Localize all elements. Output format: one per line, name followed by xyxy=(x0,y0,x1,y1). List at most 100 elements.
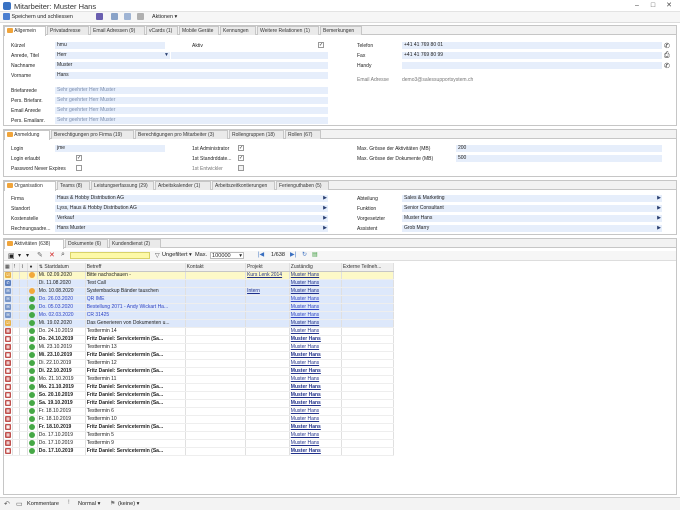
aktiv-checkbox[interactable]: ✓ xyxy=(318,42,324,48)
email-adresse-value[interactable]: demo3@salessupportsystem.ch xyxy=(402,77,473,83)
new-activity-icon[interactable]: ▣ xyxy=(8,252,15,260)
table-row[interactable]: ✉ Do. 26.03.2020 QR IME Muster Hans xyxy=(4,295,395,304)
pers-emailanrede-field[interactable]: Sehr geehrter Herr Muster xyxy=(55,117,328,124)
table-row[interactable]: ▦ So. 20.10.2019 Fritz Daniel: Serviceterm… xyxy=(4,391,395,400)
column-externe-teilnehmer[interactable]: Externe Teilneh... xyxy=(341,263,395,272)
priority-select[interactable]: Normal ▾ xyxy=(78,501,100,507)
save-button[interactable] xyxy=(96,13,103,22)
cell-zustaendig-text[interactable]: Muster Hans xyxy=(291,328,319,334)
filter-select[interactable]: Ungefiltert ▾ xyxy=(162,252,192,258)
table-row[interactable]: ▦ Do. 24.10.2019 Testtermin 14 Muster Hans xyxy=(4,327,395,336)
pers-briefanrede-field[interactable]: Sehr geehrter Herr Muster xyxy=(55,97,328,104)
cell-zustaendig-text[interactable]: Muster Hans xyxy=(291,280,319,286)
tab-weitere-relationen[interactable]: Weitere Relationen (1) xyxy=(257,26,319,35)
briefanrede-field[interactable]: Sehr geehrter Herr Muster xyxy=(55,87,328,94)
telefon-field[interactable]: +41 41 769 80 01 xyxy=(402,42,662,49)
kostenstelle-field[interactable]: Verkauf ▶ xyxy=(55,215,328,222)
table-row[interactable]: ▦ Di. 22.10.2019 Testtermin 12 Muster Hans xyxy=(4,359,395,368)
table-row[interactable]: ▦ Fr. 18.10.2019 Testtermin 6 Muster Hans xyxy=(4,407,395,416)
cell-zustaendig-text[interactable]: Muster Hans xyxy=(291,304,319,310)
cell-zustaendig-text[interactable]: Muster Hans xyxy=(291,320,319,326)
cell-zustaendig-text[interactable]: Muster Hans xyxy=(291,392,321,398)
copy-button[interactable] xyxy=(124,13,131,22)
cell-zustaendig-text[interactable]: Muster Hans xyxy=(291,336,321,342)
table-row[interactable]: ✆ Di. 11.08.2020 Test Call Muster Hans xyxy=(4,279,395,288)
cell-projekt-text[interactable]: Kurs Lenk 2014 xyxy=(247,272,282,278)
cell-zustaendig-text[interactable]: Muster Hans xyxy=(291,440,319,446)
mobile-phone-icon[interactable]: ✆ xyxy=(664,62,670,70)
attachment-column-icon[interactable]: ⌇ xyxy=(19,263,29,272)
anrede-select[interactable]: Herr ▼ xyxy=(55,52,170,59)
table-row[interactable]: ✉ Mo. 02.03.2020 CR 31425 Muster Hans xyxy=(4,311,395,320)
tab-allgemein[interactable]: Allgemein xyxy=(4,26,46,36)
table-row[interactable]: ▦ Fr. 18.10.2019 Testtermin 10 Muster Hans xyxy=(4,415,395,424)
max-documents-field[interactable]: 500 xyxy=(456,155,662,162)
tab-arbeitszeitkontierungen[interactable]: Arbeitszeitkontierungen xyxy=(212,181,275,190)
table-row[interactable]: ▦ Mi. 23.10.2019 Fritz Daniel: Serviceterm… xyxy=(4,351,395,360)
print-button[interactable] xyxy=(111,13,118,22)
table-row[interactable]: ▦ Sa. 19.10.2019 Fritz Daniel: Serviceterm… xyxy=(4,399,395,408)
type-column-icon[interactable]: ▦ xyxy=(4,263,13,272)
cell-zustaendig-text[interactable]: Muster Hans xyxy=(291,384,321,390)
login-allowed-checkbox[interactable]: ✓ xyxy=(76,155,82,161)
cell-zustaendig-text[interactable]: Muster Hans xyxy=(291,432,319,438)
save-close-button[interactable]: Speichern und schliessen xyxy=(3,13,73,22)
table-row[interactable]: ▦ Di. 22.10.2019 Fritz Daniel: Serviceterm… xyxy=(4,367,395,376)
vorgesetzter-field[interactable]: Muster Hans ▶ xyxy=(402,215,662,222)
tab-kundendienst[interactable]: Kundendienst (2) xyxy=(109,239,161,248)
titel-field[interactable] xyxy=(171,52,328,59)
tab-vcards[interactable]: vCards (1) xyxy=(146,26,178,35)
tab-kennungen[interactable]: Kennungen xyxy=(220,26,256,35)
tab-ferienguthaben[interactable]: Ferienguthaben (5) xyxy=(276,181,329,190)
cell-zustaendig-text[interactable]: Muster Hans xyxy=(291,448,321,454)
export-icon[interactable]: ▤ xyxy=(312,251,318,258)
column-zustaendig[interactable]: Zuständig xyxy=(289,263,342,272)
status-column-icon[interactable]: ● xyxy=(27,263,38,272)
fax-icon[interactable]: ⎙ xyxy=(664,52,670,60)
cell-zustaendig-text[interactable]: Muster Hans xyxy=(291,400,321,406)
search-icon[interactable]: ⌕ xyxy=(61,251,65,259)
handy-field[interactable] xyxy=(402,62,662,69)
table-row[interactable]: ☑ Mi. 02.09.2020 Bitte nachschauen - Kurs L… xyxy=(4,271,395,280)
cell-zustaendig-text[interactable]: Muster Hans xyxy=(291,416,319,422)
cell-zustaendig-text[interactable]: Muster Hans xyxy=(291,312,319,318)
cell-zustaendig-text[interactable]: Muster Hans xyxy=(291,408,319,414)
max-select[interactable]: 100000 ▾ xyxy=(210,252,244,259)
delete-button[interactable] xyxy=(137,13,144,22)
phone-icon[interactable]: ✆ xyxy=(664,42,670,50)
table-row[interactable]: ▦ Do. 17.10.2019 Testtermin 9 Muster Hans xyxy=(4,439,395,448)
nachname-field[interactable]: Muster xyxy=(55,62,328,69)
login-field[interactable]: jme xyxy=(55,145,165,152)
edit-icon[interactable]: ✎ xyxy=(37,251,43,259)
flag-select[interactable]: (keine) ▾ xyxy=(118,501,139,507)
firma-field[interactable]: Haus & Hobby Distribution AG ▶ xyxy=(55,195,328,202)
max-activities-field[interactable]: 200 xyxy=(456,145,662,152)
cell-zustaendig-text[interactable]: Muster Hans xyxy=(291,288,319,294)
cell-zustaendig-text[interactable]: Muster Hans xyxy=(291,376,319,382)
close-icon[interactable]: ✕ xyxy=(664,2,674,10)
first-page-icon[interactable]: |◀ xyxy=(258,251,264,258)
dropdown-icon[interactable]: ▾ xyxy=(26,252,29,259)
tab-aktivitaeten[interactable]: Aktivitäten (638) xyxy=(4,239,64,249)
table-row[interactable]: ▦ Do. 24.10.2019 Fritz Daniel: Serviceterm… xyxy=(4,335,395,344)
column-kontakt[interactable]: Kontakt xyxy=(185,263,247,272)
tab-bemerkungen[interactable]: Bemerkungen xyxy=(320,26,362,35)
priority-column-icon[interactable]: ! xyxy=(12,263,21,272)
table-row[interactable]: ☑ Mi. 19.02.2020 Das Generieren von Dokume… xyxy=(4,319,395,328)
minimize-icon[interactable]: – xyxy=(632,2,642,10)
table-row[interactable]: ▦ Mi. 23.10.2019 Testtermin 13 Muster Hans xyxy=(4,343,395,352)
refresh-icon[interactable]: ↻ xyxy=(302,251,307,258)
tab-rollengruppen[interactable]: Rollengruppen (18) xyxy=(229,130,284,139)
tab-anmeldung[interactable]: Anmeldung xyxy=(4,130,50,140)
vorname-field[interactable]: Hans xyxy=(55,72,328,79)
tab-privatadresse[interactable]: Privatadresse xyxy=(47,26,89,35)
column-betreff[interactable]: Betreff xyxy=(85,263,186,272)
standard-checkbox[interactable]: ✓ xyxy=(238,155,244,161)
tab-leistungserfassung[interactable]: Leistungserfassung (29) xyxy=(91,181,154,190)
search-input[interactable] xyxy=(70,252,150,259)
funktion-field[interactable]: Senior Consultant ▶ xyxy=(402,205,662,212)
table-row[interactable]: ▦ Mo. 21.10.2019 Fritz Daniel: Serviceterm… xyxy=(4,383,395,392)
table-row[interactable]: ▦ Fr. 18.10.2019 Fritz Daniel: Serviceterm… xyxy=(4,423,395,432)
last-page-icon[interactable]: ▶| xyxy=(290,251,296,258)
fax-field[interactable]: +41 41 769 80 99 xyxy=(402,52,662,59)
